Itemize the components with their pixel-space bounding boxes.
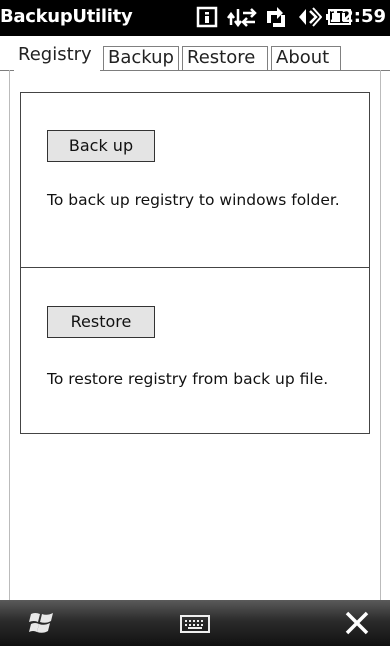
right-border (380, 70, 381, 600)
connectivity-icon[interactable] (226, 4, 258, 30)
restore-button[interactable]: Restore (47, 306, 155, 338)
taskbar (0, 600, 390, 646)
backup-panel: Back up To back up registry to windows f… (20, 92, 370, 268)
close-icon[interactable] (344, 610, 370, 640)
tab-about[interactable]: About (271, 46, 341, 70)
left-border (9, 70, 10, 600)
tab-registry[interactable]: Registry (14, 40, 100, 71)
keyboard-icon[interactable] (180, 614, 210, 638)
windows-start-icon[interactable] (28, 610, 56, 640)
backup-button[interactable]: Back up (47, 130, 155, 162)
restore-panel: Restore To restore registry from back up… (20, 268, 370, 434)
restore-description: To restore registry from back up file. (47, 370, 329, 388)
volume-icon[interactable] (296, 4, 322, 30)
title-bar: BackupUtility 12:59 (0, 0, 390, 36)
tab-restore[interactable]: Restore (182, 46, 268, 70)
sync-icon[interactable] (262, 4, 292, 30)
app-title: BackupUtility (0, 6, 133, 27)
backup-description: To back up registry to windows folder. (47, 191, 340, 209)
notification-icon[interactable] (194, 4, 220, 30)
tab-backup[interactable]: Backup (103, 46, 179, 70)
clock: 12:59 (328, 6, 386, 27)
